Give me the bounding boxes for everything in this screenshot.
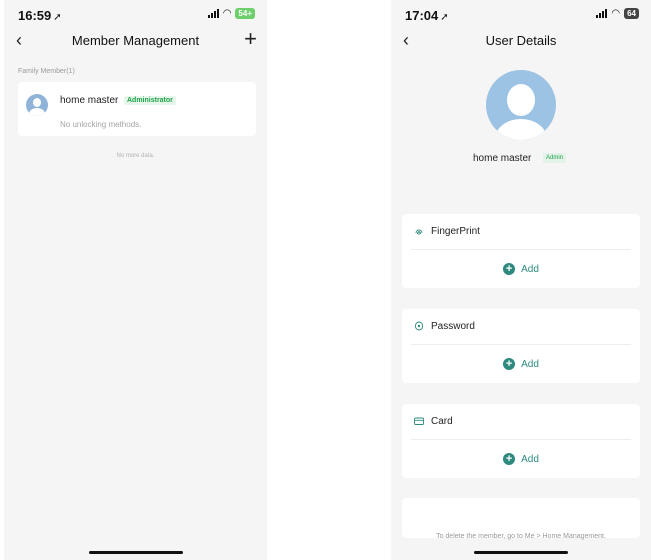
status-bar: 17:04 ➚ ◠ 64 <box>391 0 651 30</box>
add-label: Add <box>521 358 539 370</box>
add-card-button[interactable]: + Add <box>402 440 640 478</box>
profile-avatar[interactable] <box>486 70 556 140</box>
status-bar: 16:59 ➚ ◠ 54+ <box>4 0 267 30</box>
add-fingerprint-button[interactable]: + Add <box>402 250 640 288</box>
status-time: 17:04 ➚ <box>405 8 449 23</box>
status-icons: ◠ 54+ <box>207 7 255 19</box>
card-icon <box>414 417 424 425</box>
user-details-screen: 17:04 ➚ ◠ 64 ‹ User Details home master A… <box>391 0 651 560</box>
no-more-data-label: No more data. <box>116 153 155 159</box>
plus-icon: + <box>503 263 516 275</box>
page-title: Member Management <box>71 33 200 48</box>
card-card: Card + Add <box>402 404 640 478</box>
password-card: Password + Add <box>402 309 640 383</box>
method-header: Card <box>411 404 631 440</box>
method-title: Card <box>431 416 453 427</box>
home-indicator[interactable] <box>474 551 568 554</box>
status-time: 16:59 ➚ <box>18 8 62 23</box>
battery-icon: 54+ <box>235 8 255 19</box>
plus-icon: + <box>503 358 516 370</box>
member-name: home master <box>60 95 119 106</box>
page-title: User Details <box>485 33 557 48</box>
method-title: Password <box>431 321 475 332</box>
partial-card <box>402 498 640 538</box>
password-icon <box>415 321 423 331</box>
location-arrow-icon: ➚ <box>53 12 62 23</box>
home-indicator[interactable] <box>88 551 183 554</box>
method-title: FingerPrint <box>431 226 480 237</box>
add-password-button[interactable]: + Add <box>402 345 640 383</box>
add-label: Add <box>521 453 539 465</box>
signal-icon <box>596 9 608 18</box>
navigation-bar: ‹ Member Management + <box>4 28 267 54</box>
plus-icon: + <box>503 453 516 465</box>
wifi-icon: ◠ <box>611 7 621 19</box>
add-member-button[interactable]: + <box>244 28 257 50</box>
method-header: Password <box>411 309 631 345</box>
signal-icon <box>207 9 219 18</box>
member-management-screen: 16:59 ➚ ◠ 54+ ‹ Member Management + Famil… <box>4 0 267 560</box>
battery-icon: 64 <box>624 8 639 19</box>
location-arrow-icon: ➚ <box>440 12 449 23</box>
status-icons: ◠ 64 <box>596 8 639 19</box>
fingerprint-card: FingerPrint + Add <box>402 214 640 288</box>
role-badge: Administrator <box>124 96 176 105</box>
navigation-bar: ‹ User Details <box>391 30 651 54</box>
member-card[interactable]: home master Administrator No unlocking m… <box>18 82 256 136</box>
avatar <box>26 94 48 116</box>
fingerprint-icon <box>415 229 423 235</box>
role-badge: Admin <box>543 153 567 163</box>
wifi-icon: ◠ <box>222 7 232 19</box>
profile-name: home master <box>473 153 532 164</box>
member-methods: No unlocking methods. <box>60 120 142 129</box>
method-header: FingerPrint <box>411 214 631 250</box>
add-label: Add <box>521 263 539 275</box>
delete-member-note: To delete the member, go to Me > Home Ma… <box>436 533 606 540</box>
section-label: Family Member(1) <box>18 68 75 75</box>
